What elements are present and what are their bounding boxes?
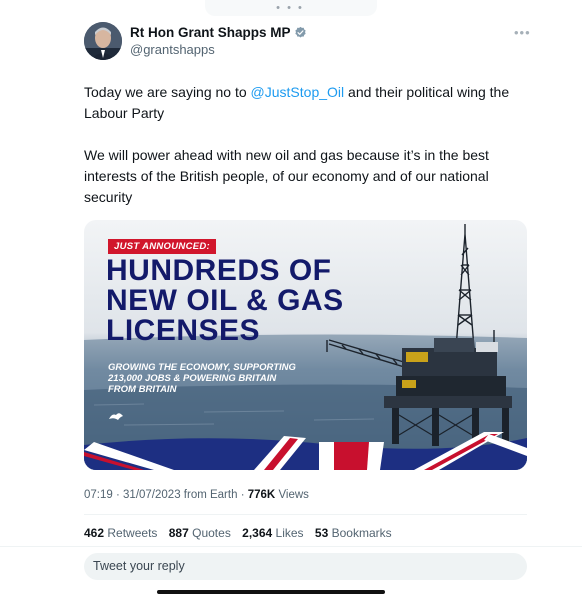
author-name[interactable]: Rt Hon Grant Shapps MP (130, 25, 307, 40)
more-dots-icon[interactable]: • • • (260, 3, 320, 14)
more-options-icon[interactable]: ••• (514, 25, 531, 40)
top-bar: • • • (0, 0, 582, 18)
retweets-stat[interactable]: 462 Retweets (84, 526, 157, 540)
headline-line-3: LICENSES (106, 314, 261, 347)
tweet-paragraph-1: Today we are saying no to @JustStop_Oil … (84, 82, 524, 124)
reply-placeholder: Tweet your reply (93, 559, 185, 573)
image-subheadline: GROWING THE ECONOMY, SUPPORTING 213,000 … (108, 362, 368, 395)
likes-stat[interactable]: 2,364 Likes (242, 526, 303, 540)
image-headline: HUNDREDS OF NEW OIL & GAS LICENSES (106, 256, 426, 346)
quotes-stat[interactable]: 887 Quotes (169, 526, 231, 540)
verified-badge-icon (294, 26, 306, 38)
bookmarks-stat[interactable]: 53 Bookmarks (315, 526, 392, 540)
home-indicator[interactable] (157, 590, 385, 594)
tweet-paragraph-2: We will power ahead with new oil and gas… (84, 147, 489, 205)
avatar[interactable] (84, 22, 122, 60)
author-name-text: Rt Hon Grant Shapps MP (130, 25, 291, 40)
likes-label: Likes (275, 526, 304, 540)
quotes-count: 887 (168, 526, 189, 540)
quotes-label: Quotes (192, 526, 231, 540)
tweet-body: Today we are saying no to @JustStop_Oil … (84, 82, 524, 208)
retweets-label: Retweets (107, 526, 158, 540)
bookmarks-label: Bookmarks (331, 526, 392, 540)
retweets-count: 462 (84, 526, 105, 540)
views-label: Views (278, 489, 309, 501)
tweet-image[interactable]: JUST ANNOUNCED: HUNDREDS OF NEW OIL & GA… (84, 220, 527, 470)
mention-link[interactable]: @JustStop_Oil (251, 84, 345, 100)
headline-line-2: NEW OIL & GAS (106, 284, 344, 317)
subheadline-line-3: FROM BRITAIN (108, 384, 177, 395)
divider (0, 546, 582, 547)
just-announced-tag: JUST ANNOUNCED: (108, 239, 216, 254)
subheadline-line-2: 213,000 JOBS & POWERING BRITAIN (108, 373, 277, 384)
author-handle[interactable]: @grantshapps (130, 42, 215, 57)
meta-separator: · (115, 489, 120, 501)
tweet-time[interactable]: 07:19 (84, 489, 113, 501)
conservative-tree-logo-icon (109, 413, 123, 420)
divider (84, 514, 527, 515)
likes-count: 2,364 (242, 526, 273, 540)
reply-input[interactable]: Tweet your reply (84, 553, 527, 580)
tweet-date[interactable]: 31/07/2023 (123, 489, 181, 501)
meta-separator: · (240, 489, 245, 501)
views-count: 776K (247, 489, 276, 501)
avatar-photo-icon (84, 22, 122, 60)
engagement-stats: 462 Retweets 887 Quotes 2,364 Likes 53 B… (84, 526, 400, 540)
bookmarks-count: 53 (314, 526, 329, 540)
tweet-text-start: Today we are saying no to (84, 84, 251, 100)
tweet-source: from Earth (183, 489, 238, 501)
subheadline-line-1: GROWING THE ECONOMY, SUPPORTING (108, 362, 296, 373)
headline-line-1: HUNDREDS OF (106, 254, 332, 287)
tweet-meta: 07:19 · 31/07/2023 from Earth · 776K Vie… (84, 489, 309, 501)
